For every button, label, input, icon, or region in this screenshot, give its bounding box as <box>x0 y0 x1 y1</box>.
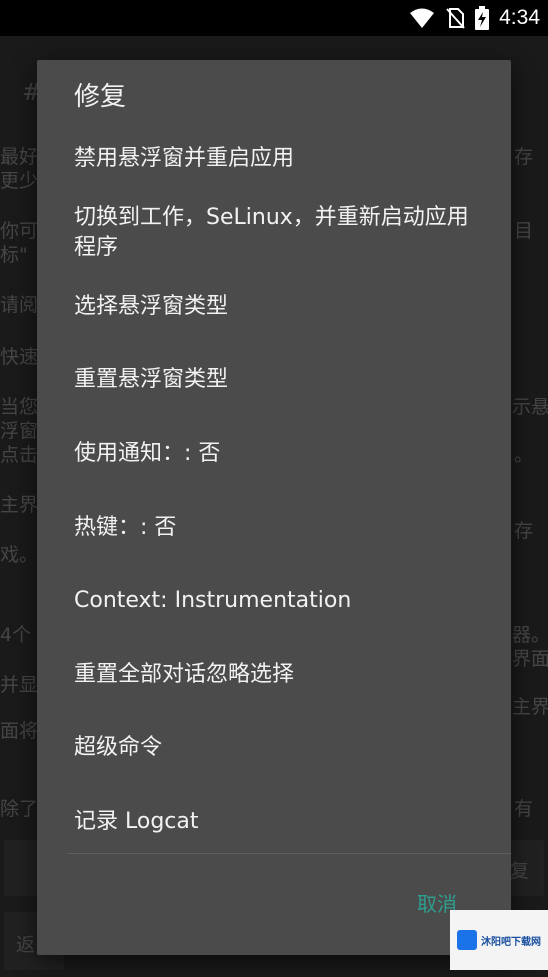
watermark: 沐阳吧下载网 <box>450 910 548 970</box>
status-bar: 4:34 <box>0 0 548 36</box>
dialog-title: 修复 <box>74 82 127 112</box>
menu-item-reset-floating-type[interactable]: 重置悬浮窗类型 <box>74 365 494 395</box>
watermark-logo-icon <box>457 930 477 950</box>
clock: 4:34 <box>499 6 540 29</box>
wifi-icon <box>410 8 435 28</box>
no-sim-icon <box>446 8 465 29</box>
menu-item-hotkey[interactable]: 热键：: 否 <box>74 513 494 543</box>
repair-dialog: 修复 禁用悬浮窗并重启应用 切换到工作，SeLinux，并重新启动应用程序 选择… <box>37 60 511 955</box>
menu-item-choose-floating-type[interactable]: 选择悬浮窗类型 <box>74 292 494 322</box>
watermark-text: 沐阳吧下载网 <box>481 936 541 948</box>
menu-item-super-command[interactable]: 超级命令 <box>74 733 494 763</box>
dialog-divider <box>67 853 511 854</box>
menu-item-use-notification[interactable]: 使用通知：: 否 <box>74 439 494 469</box>
menu-item-context[interactable]: Context: Instrumentation <box>74 586 494 616</box>
battery-charging-icon <box>475 6 490 30</box>
status-icons: 4:34 <box>409 0 540 36</box>
menu-item-record-logcat[interactable]: 记录 Logcat <box>74 807 494 837</box>
menu-item-disable-floating-restart[interactable]: 禁用悬浮窗并重启应用 <box>74 144 494 174</box>
menu-item-switch-selinux-restart[interactable]: 切换到工作，SeLinux，并重新启动应用程序 <box>74 203 474 263</box>
menu-item-reset-dialog-ignore[interactable]: 重置全部对话忽略选择 <box>74 660 494 690</box>
